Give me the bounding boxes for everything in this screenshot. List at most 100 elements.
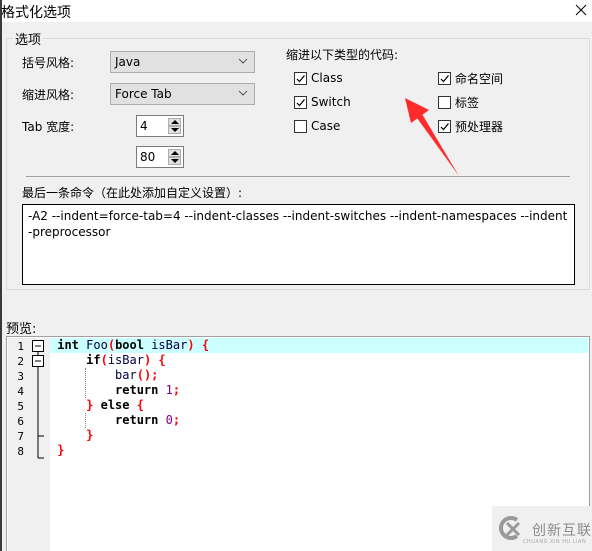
command-textarea[interactable]: -A2 --indent=force-tab=4 --indent-classe… [22,204,575,285]
close-icon [575,4,587,16]
max-width-up-button[interactable] [168,149,181,157]
arrow-up-icon [171,120,179,124]
close-button[interactable] [572,1,590,19]
bracket-style-select[interactable]: Java [110,51,255,73]
code-token: ( [107,338,116,352]
line-number: 7 [17,430,24,443]
window-left-edge [0,0,2,551]
code-token: bar [115,368,137,382]
chevron-down-icon [238,90,248,96]
arrow-down-icon [171,128,179,132]
code-token: isBar [143,338,188,352]
code-token: ; [172,383,181,397]
indent-guide [85,413,86,428]
code-token: int [57,338,79,352]
code-token: isBar [107,353,144,367]
options-group-label: 选项 [13,29,44,48]
arrow-up-icon [171,151,179,155]
indent-style-value: Force Tab [115,87,172,101]
indent-style-select[interactable]: Force Tab [110,83,255,105]
code-token: else [100,398,130,412]
indent-guide [85,368,86,398]
fold-minus-icon [32,340,44,352]
checkbox-box[interactable] [294,119,307,133]
title-bar [0,0,592,22]
line-number: 4 [17,385,24,398]
code-line: if(isBar) { [50,353,588,368]
chevron-down-icon [238,58,248,64]
checkbox-box[interactable] [294,71,307,85]
tab-width-spinner[interactable]: 4 [136,115,184,137]
code-token: { [201,338,210,352]
bracket-style-value: Java [115,55,141,69]
code-token: ; [172,413,181,427]
watermark-logo-icon [499,516,521,540]
code-token: if [86,353,101,367]
code-token: return [115,413,159,427]
max-width-spinner[interactable]: 80 [136,146,184,168]
indent-types-label: 缩进以下类型的代码: [286,48,399,62]
checkbox-label: Switch [311,95,351,109]
code-line: return 0; [50,413,588,428]
code-token: ( [100,353,108,367]
arrow-head [405,98,429,123]
line-number: 6 [17,415,24,428]
watermark-subtext: CHUANG XIN HU LIAN [523,539,587,545]
indent-style-label: 缩进风格: [22,88,75,102]
code-line: return 1; [50,383,588,398]
annotation-arrow [405,98,459,176]
code-line: bar(); [50,368,588,383]
tab-width-value: 4 [140,119,148,133]
preview-label: 预览: [6,322,37,337]
max-width-down-button[interactable] [168,157,181,165]
bracket-style-label: 括号风格: [22,56,75,70]
checkbox-namespace[interactable]: 命名空间 [438,70,503,87]
checkbox-box[interactable] [438,72,451,85]
code-line: } else { [50,398,588,413]
max-width-value: 80 [140,150,156,164]
command-label: 最后一条命令（在此处添加自定义设置）: [22,186,243,200]
tab-width-down-button[interactable] [168,126,181,134]
code-token: 0 [165,413,173,427]
code-token: (); [136,368,159,382]
code-token: { [158,353,166,367]
code-token: bool [115,338,144,352]
checkbox-switch[interactable]: Switch [294,95,351,109]
code-token: { [136,398,144,412]
checkmark-icon [296,98,305,106]
code-token: 1 [165,383,173,397]
checkbox-label: 命名空间 [455,72,504,86]
line-number: 1 [17,340,24,353]
checkbox-label: Class [311,71,343,85]
code-line: int Foo(bool isBar) { [50,338,588,353]
window-title: 格式化选项 [1,5,71,21]
code-line: } [50,428,588,443]
arrow-down-icon [171,159,179,163]
checkbox-box[interactable] [294,95,307,109]
tab-width-up-button[interactable] [168,118,181,126]
checkbox-class[interactable]: Class [294,71,343,85]
arrow-shaft [417,114,459,176]
separator [26,176,570,177]
checkbox-case[interactable]: Case [294,119,340,133]
line-number: 8 [17,445,24,458]
tab-width-label: Tab 宽度: [22,120,75,134]
line-number: 2 [17,355,24,368]
fold-minus-icon [32,355,44,367]
watermark-text: 创新互联 [532,523,592,539]
checkmark-icon [440,75,449,83]
code-token: return [115,383,159,397]
fold-margin [32,340,44,459]
code-token: Foo [86,338,108,352]
